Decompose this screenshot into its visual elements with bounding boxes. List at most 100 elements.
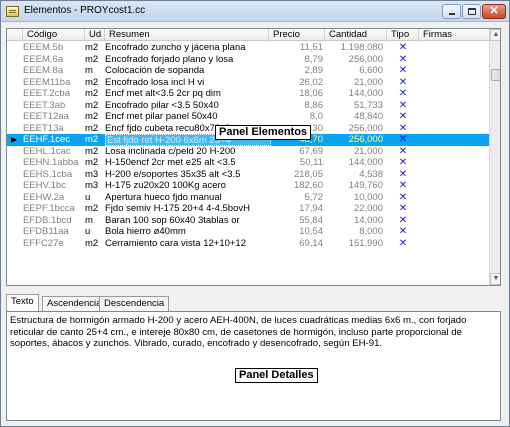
cell-cantidad[interactable]: 21,000 (325, 77, 383, 89)
tipo-x-icon[interactable]: ✕ (387, 226, 419, 238)
cell-ud[interactable]: u (85, 226, 107, 238)
tipo-x-icon[interactable]: ✕ (387, 100, 419, 112)
scroll-down-arrow-icon[interactable]: ▼ (490, 273, 500, 285)
tipo-x-icon[interactable]: ✕ (387, 192, 419, 204)
table-row[interactable]: EEHL.1cac m2 Losa inclinada c/peld 20 H-20… (7, 146, 489, 158)
cell-cantidad[interactable]: 21,000 (325, 146, 383, 158)
cell-ud[interactable]: m2 (85, 134, 107, 146)
cell-precio[interactable]: 11,51 (269, 42, 323, 54)
cell-cantidad[interactable]: 144,000 (325, 157, 383, 169)
table-row[interactable]: EEET.3ab m2 Encofrado pilar <3.5 50x40 8,86… (7, 100, 489, 112)
table-row[interactable]: EEEM11ba m2 Encofrado losa incl H vi 26,02 2… (7, 77, 489, 89)
cell-cantidad[interactable]: 256,000 (325, 54, 383, 66)
header-precio[interactable]: Precio (269, 29, 325, 41)
cell-resumen[interactable]: Cerramiento cara vista 12+10+12 (105, 238, 271, 250)
cell-resumen[interactable]: Fjdo semiv H-175 20+4 4-4.5bovH (105, 203, 271, 215)
cell-precio[interactable]: 67,69 (269, 146, 323, 158)
cell-codigo[interactable]: EFDB11aa (23, 226, 81, 238)
cell-precio[interactable]: 5,72 (269, 192, 324, 204)
tipo-x-icon[interactable]: ✕ (387, 65, 419, 77)
minimize-button[interactable] (442, 4, 461, 19)
header-cantidad[interactable]: Cantidad (325, 29, 387, 41)
tipo-x-icon[interactable]: ✕ (387, 169, 419, 181)
cell-precio[interactable]: 17,94 (269, 203, 323, 215)
tipo-x-icon[interactable]: ✕ (387, 238, 419, 250)
tipo-x-icon[interactable]: ✕ (387, 54, 419, 66)
cell-codigo[interactable]: EEET13a (23, 123, 81, 135)
table-row[interactable]: EEEM.5b m2 Encofrado zuncho y jácena plana… (7, 42, 489, 54)
table-row[interactable]: EFDB11aa u Bola hierro ø40mm 10,54 8,000 ✕ (7, 226, 489, 238)
cell-codigo[interactable]: EEEM.6a (23, 54, 81, 66)
table-row[interactable]: EEHW.2a u Apertura hueco fjdo manual 5,72 10… (7, 192, 489, 204)
header-tipo[interactable]: Tipo (387, 29, 419, 41)
cell-ud[interactable]: m2 (85, 123, 107, 135)
tab-ascendencia[interactable]: Ascendencia (42, 296, 107, 311)
tipo-x-icon[interactable]: ✕ (387, 157, 419, 169)
header-ud[interactable]: Ud (85, 29, 105, 41)
cell-codigo[interactable]: EEHV.1bc (23, 180, 81, 192)
cell-precio[interactable]: 18,06 (269, 88, 323, 100)
cell-codigo[interactable]: EEHL.1cac (23, 146, 81, 158)
vertical-scrollbar[interactable]: ▲ ▼ (489, 29, 500, 285)
cell-cantidad[interactable]: 256,000 (325, 123, 383, 135)
cell-ud[interactable]: m3 (85, 169, 107, 181)
tipo-x-icon[interactable]: ✕ (387, 180, 419, 192)
cell-ud[interactable]: m2 (85, 88, 107, 100)
tipo-x-icon[interactable]: ✕ (387, 111, 419, 123)
cell-resumen[interactable]: Apertura hueco fjdo manual (105, 192, 271, 204)
tipo-x-icon[interactable]: ✕ (387, 203, 419, 215)
cell-cantidad[interactable]: 22,000 (325, 203, 383, 215)
scroll-up-arrow-icon[interactable]: ▲ (490, 29, 500, 41)
tipo-x-icon[interactable]: ✕ (387, 42, 419, 54)
close-button[interactable]: ✕ (482, 4, 506, 19)
cell-resumen[interactable]: Encofrado pilar <3.5 50x40 (105, 100, 271, 112)
table-row[interactable]: EEET12aa m2 Encf met pilar panel 50x40 8,0 4… (7, 111, 489, 123)
cell-ud[interactable]: m2 (85, 146, 107, 158)
cell-codigo[interactable]: EEHW.2a (23, 192, 81, 204)
cell-cantidad[interactable]: 151,990 (325, 238, 383, 250)
cell-codigo[interactable]: EEEM.8a (23, 65, 81, 77)
cell-precio[interactable]: 26,02 (269, 77, 323, 89)
cell-resumen[interactable]: Bola hierro ø40mm (105, 226, 271, 238)
detail-panel[interactable]: Estructura de hormigón armado H-200 y ac… (6, 311, 501, 421)
cell-ud[interactable]: m2 (85, 203, 107, 215)
cell-ud[interactable]: m2 (85, 54, 107, 66)
cell-resumen[interactable]: Losa inclinada c/peld 20 H-200 (105, 146, 271, 158)
header-codigo[interactable]: Código (23, 29, 85, 41)
scrollbar-thumb[interactable] (491, 69, 500, 81)
cell-codigo[interactable]: EEPF.1bcca (23, 203, 81, 215)
cell-resumen[interactable]: Colocación de sopanda (105, 65, 271, 77)
cell-resumen[interactable]: Baran 100 sop 60x40 3tablas or (105, 215, 271, 227)
cell-cantidad[interactable]: 48,840 (325, 111, 383, 123)
cell-ud[interactable]: m2 (85, 77, 107, 89)
table-row[interactable]: EEPF.1bcca m2 Fjdo semiv H-175 20+4 4-4.5b… (7, 203, 489, 215)
tipo-x-icon[interactable]: ✕ (387, 88, 419, 100)
cell-resumen[interactable]: Encofrado zuncho y jácena plana (105, 42, 271, 54)
cell-ud[interactable]: m (85, 215, 107, 227)
cell-precio[interactable]: 55,84 (269, 215, 323, 227)
cell-codigo[interactable]: EEEM.5b (23, 42, 81, 54)
cell-codigo[interactable]: EEET.3ab (23, 100, 81, 112)
cell-codigo[interactable]: EEET.2cba (23, 88, 81, 100)
table-row[interactable]: EEHS.1cba m3 H-200 e/soportes 35x35 alt <3… (7, 169, 489, 181)
cell-ud[interactable]: u (85, 192, 107, 204)
cell-codigo[interactable]: EEHS.1cba (23, 169, 81, 181)
cell-ud[interactable]: m2 (85, 111, 107, 123)
header-resumen[interactable]: Resumen (105, 29, 269, 41)
cell-resumen[interactable]: H-150encf 2cr met e25 alt <3.5 (105, 157, 271, 169)
cell-cantidad[interactable]: 10,000 (325, 192, 383, 204)
table-row[interactable]: EEHN.1abba m2 H-150encf 2cr met e25 alt <3… (7, 157, 489, 169)
cell-precio[interactable]: 182,60 (269, 180, 323, 192)
tipo-x-icon[interactable]: ✕ (387, 123, 419, 135)
cell-cantidad[interactable]: 51,733 (325, 100, 383, 112)
cell-cantidad[interactable]: 8,000 (325, 226, 383, 238)
cell-codigo[interactable]: EEHF.1cec (23, 134, 81, 146)
cell-codigo[interactable]: EEHN.1abba (23, 157, 81, 169)
tipo-x-icon[interactable]: ✕ (387, 134, 419, 146)
cell-resumen[interactable]: H-175 zu20x20 100Kg acero (105, 180, 271, 192)
cell-codigo[interactable]: EFDB.1bcd (23, 215, 81, 227)
cell-resumen[interactable]: Encf met pilar panel 50x40 (105, 111, 271, 123)
tipo-x-icon[interactable]: ✕ (387, 146, 419, 158)
cell-ud[interactable]: m3 (85, 180, 107, 192)
cell-cantidad[interactable]: 256,000 (325, 134, 383, 146)
